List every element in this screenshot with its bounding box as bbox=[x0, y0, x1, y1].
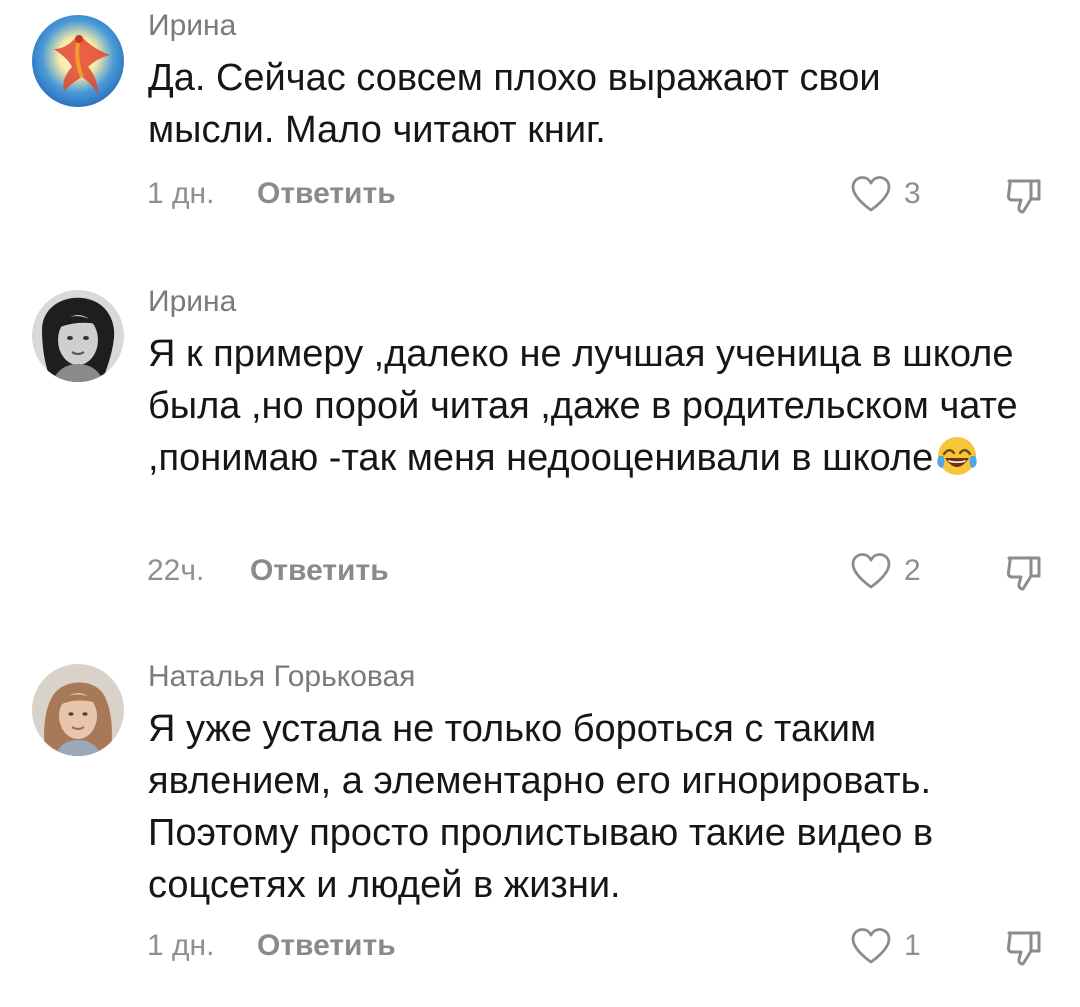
like-button[interactable]: 1 bbox=[850, 926, 921, 966]
comment-author[interactable]: Наталья Горьковая bbox=[148, 659, 415, 695]
heart-icon bbox=[851, 928, 891, 964]
like-count: 1 bbox=[904, 929, 921, 962]
reply-button[interactable]: Ответить bbox=[257, 928, 396, 964]
comment-timestamp: 1 дн. bbox=[147, 929, 215, 962]
portrait-color-avatar-icon bbox=[32, 664, 124, 756]
user-avatar[interactable] bbox=[32, 664, 124, 756]
comment-text: Я уже устала не только бороться с таким … bbox=[148, 708, 934, 906]
dislike-button[interactable] bbox=[1004, 928, 1044, 968]
thumbs-down-icon bbox=[1006, 931, 1041, 966]
comment-item: Наталья Горьковая Я уже устала не только… bbox=[0, 0, 1080, 1007]
